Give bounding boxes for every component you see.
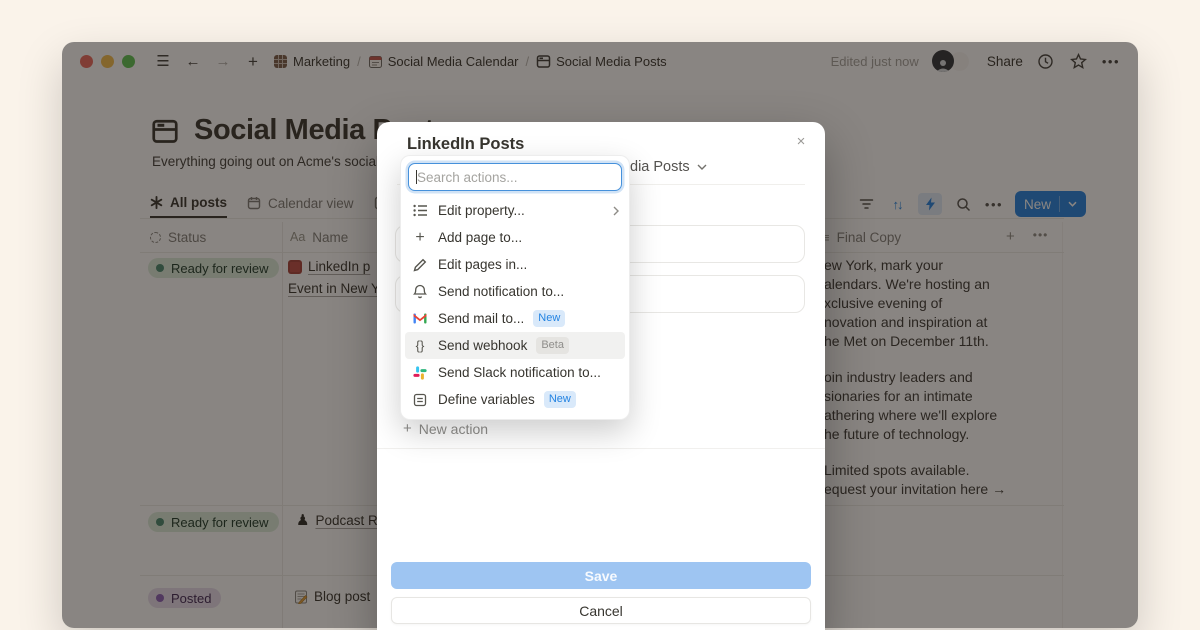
menu-item-send-mail[interactable]: Send mail to... New (405, 305, 625, 332)
modal-divider (377, 448, 825, 449)
variables-doc-icon (411, 391, 429, 409)
close-icon[interactable]: × (790, 130, 812, 152)
screenshot-canvas: ☰ ← → + Marketing / Social Media Calenda… (0, 0, 1200, 630)
menu-item-edit-property[interactable]: Edit property... (405, 197, 625, 224)
trigger-database-select[interactable]: dia Posts (630, 159, 707, 175)
search-input[interactable] (408, 163, 622, 191)
menu-item-edit-pages[interactable]: Edit pages in... (405, 251, 625, 278)
plus-icon: + (403, 420, 412, 437)
menu-item-add-page[interactable]: + Add page to... (405, 224, 625, 251)
menu-item-define-variables[interactable]: Define variables New (405, 386, 625, 413)
save-button[interactable]: Save (391, 562, 811, 589)
new-badge: New (544, 391, 576, 407)
chevron-right-icon (613, 206, 619, 216)
gmail-icon (411, 310, 429, 328)
modal-title: LinkedIn Posts (407, 135, 524, 154)
braces-icon: {} (411, 337, 429, 355)
text-caret (416, 170, 417, 184)
menu-item-send-notification[interactable]: Send notification to... (405, 278, 625, 305)
slack-icon (411, 364, 429, 382)
bell-icon (411, 283, 429, 301)
chevron-down-icon (697, 164, 707, 170)
new-action-button[interactable]: + New action (403, 420, 488, 437)
automation-modal: LinkedIn Posts × dia Posts Edit property… (377, 122, 825, 630)
pencil-icon (411, 256, 429, 274)
menu-item-send-slack-notification[interactable]: Send Slack notification to... (405, 359, 625, 386)
list-icon (411, 202, 429, 220)
menu-item-send-webhook[interactable]: {} Send webhook Beta (405, 332, 625, 359)
new-badge: New (533, 310, 565, 326)
actions-dropdown: Edit property... + Add page to... Edit p… (400, 155, 630, 420)
beta-badge: Beta (536, 337, 569, 353)
cancel-button[interactable]: Cancel (391, 597, 811, 624)
plus-icon: + (411, 229, 429, 247)
